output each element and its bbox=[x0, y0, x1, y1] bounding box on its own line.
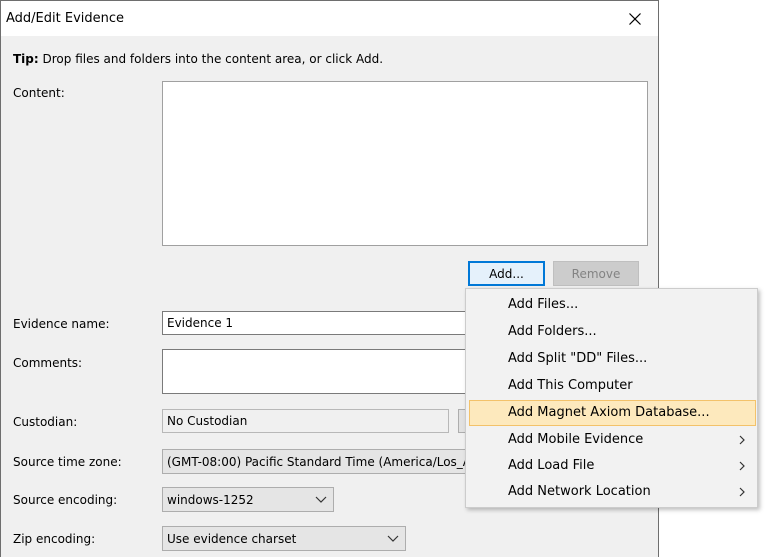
menu-item-add-folders[interactable]: Add Folders... bbox=[469, 319, 756, 345]
menu-item-add-this-computer[interactable]: Add This Computer bbox=[469, 373, 756, 399]
chevron-right-icon bbox=[739, 487, 745, 497]
menu-item-add-magnet-axiom-database[interactable]: Add Magnet Axiom Database... bbox=[469, 400, 756, 426]
add-dropdown-menu: Add Files... Add Folders... Add Split "D… bbox=[465, 288, 758, 508]
source-time-zone-label: Source time zone: bbox=[13, 455, 122, 469]
source-encoding-value: windows-1252 bbox=[167, 492, 254, 507]
zip-encoding-value: Use evidence charset bbox=[167, 531, 297, 546]
chevron-down-icon bbox=[315, 496, 327, 503]
chevron-right-icon bbox=[739, 461, 745, 471]
menu-item-label: Add Mobile Evidence bbox=[508, 432, 644, 447]
zip-encoding-select[interactable]: Use evidence charset bbox=[162, 526, 406, 551]
chevron-down-icon bbox=[387, 535, 399, 542]
evidence-name-label: Evidence name: bbox=[13, 317, 110, 331]
menu-item-label: Add Folders... bbox=[508, 324, 597, 339]
custodian-label: Custodian: bbox=[13, 415, 78, 429]
menu-item-label: Add This Computer bbox=[508, 378, 633, 393]
content-area[interactable] bbox=[162, 81, 648, 246]
menu-item-label: Add Split "DD" Files... bbox=[508, 351, 648, 366]
time-zone-select[interactable]: (GMT-08:00) Pacific Standard Time (Ameri… bbox=[162, 449, 468, 474]
menu-item-add-files[interactable]: Add Files... bbox=[469, 292, 756, 318]
content-label: Content: bbox=[13, 86, 65, 100]
menu-item-label: Add Load File bbox=[508, 458, 595, 473]
close-button[interactable] bbox=[612, 1, 658, 36]
evidence-name-field[interactable]: Evidence 1 bbox=[162, 311, 468, 335]
menu-item-label: Add Files... bbox=[508, 297, 579, 312]
tip-bold: Tip: bbox=[13, 52, 39, 66]
comments-label: Comments: bbox=[13, 356, 83, 370]
custodian-field[interactable]: No Custodian bbox=[162, 409, 449, 433]
tip-text: Tip: Drop files and folders into the con… bbox=[13, 52, 383, 66]
close-icon bbox=[629, 12, 641, 25]
remove-button[interactable]: Remove bbox=[553, 261, 639, 286]
menu-item-add-load-file[interactable]: Add Load File bbox=[469, 453, 756, 479]
menu-item-add-network-location[interactable]: Add Network Location bbox=[469, 479, 756, 505]
menu-item-label: Add Network Location bbox=[508, 484, 651, 499]
menu-item-add-mobile-evidence[interactable]: Add Mobile Evidence bbox=[469, 427, 756, 453]
zip-encoding-label: Zip encoding: bbox=[13, 532, 96, 546]
menu-item-label: Add Magnet Axiom Database... bbox=[508, 405, 710, 420]
title-bar: Add/Edit Evidence bbox=[1, 1, 658, 36]
dialog-title: Add/Edit Evidence bbox=[6, 11, 125, 26]
source-encoding-label: Source encoding: bbox=[13, 493, 118, 507]
add-button[interactable]: Add... bbox=[468, 261, 545, 286]
comments-field[interactable] bbox=[162, 349, 468, 394]
source-encoding-select[interactable]: windows-1252 bbox=[162, 487, 334, 512]
chevron-right-icon bbox=[739, 435, 745, 445]
menu-item-add-split-dd-files[interactable]: Add Split "DD" Files... bbox=[469, 346, 756, 372]
tip-body: Drop files and folders into the content … bbox=[42, 52, 384, 66]
